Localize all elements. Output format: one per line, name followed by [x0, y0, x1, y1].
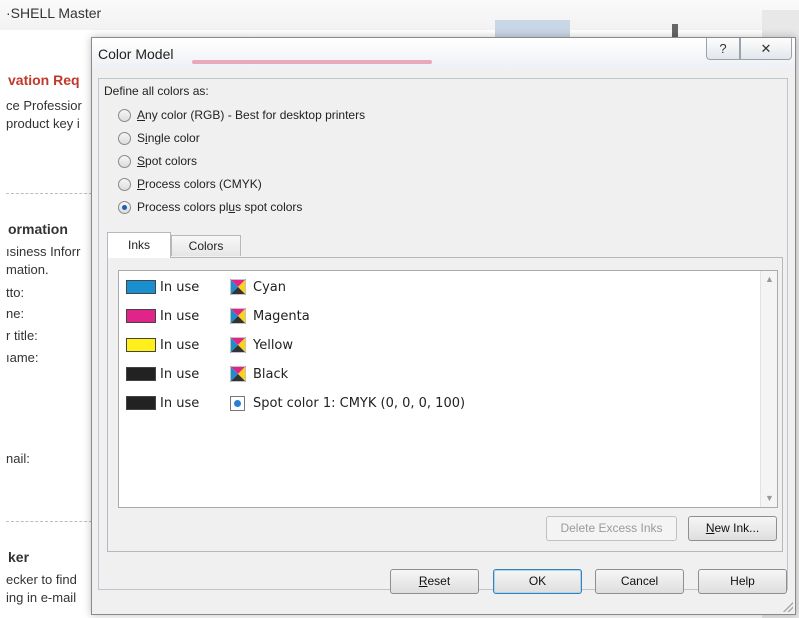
information-heading: ormation: [8, 221, 68, 237]
option-single-color[interactable]: Single color: [118, 129, 200, 147]
field-label-title: r title:: [6, 328, 38, 343]
radio-button[interactable]: [118, 108, 131, 122]
option-process-plus-spot[interactable]: Process colors plus spot colors: [118, 198, 302, 216]
background-window-title: ·SHELL Master: [0, 0, 799, 30]
ink-row-spot-color-1[interactable]: In use Spot color 1: CMYK (0, 0, 0, 100): [126, 393, 465, 413]
cmyk-icon: [230, 337, 246, 353]
ink-status: In use: [160, 279, 200, 295]
option-label: Spot colors: [137, 154, 198, 168]
activation-heading: vation Req: [8, 72, 80, 88]
define-colors-label: Define all colors as:: [104, 84, 209, 98]
help-icon[interactable]: ?: [706, 38, 740, 60]
radio-button[interactable]: [118, 131, 131, 145]
option-label: Process colors (CMYK): [137, 177, 262, 191]
ink-name: Cyan: [253, 279, 286, 295]
option-spot-colors[interactable]: Spot colors: [118, 152, 197, 170]
divider: [6, 193, 92, 194]
tab-colors[interactable]: Colors: [171, 235, 241, 256]
close-icon[interactable]: ✕: [740, 38, 792, 60]
ok-button[interactable]: OK: [493, 569, 582, 594]
ink-name: Magenta: [253, 308, 310, 324]
ink-swatch: [126, 338, 156, 352]
ink-row-magenta[interactable]: In use Magenta: [126, 306, 310, 326]
ink-swatch: [126, 396, 156, 410]
ink-list[interactable]: In use Cyan In use Magenta In use Yellow…: [118, 270, 778, 508]
reset-button[interactable]: Reset: [390, 569, 479, 594]
ink-name: Black: [253, 366, 289, 382]
option-any-color-rgb[interactable]: Any color (RGB) - Best for desktop print…: [118, 106, 365, 124]
field-label-name: ne:: [6, 306, 25, 321]
ink-list-scrollbar[interactable]: ▲ ▼: [760, 271, 777, 507]
ink-row-black[interactable]: In use Black: [126, 364, 288, 384]
ink-swatch: [126, 280, 156, 294]
help-button[interactable]: Help: [698, 569, 787, 594]
resize-grip-icon[interactable]: [783, 602, 793, 612]
new-ink-button[interactable]: New Ink...: [688, 516, 777, 541]
radio-button[interactable]: [118, 154, 131, 168]
ink-name: Spot color 1: CMYK (0, 0, 0, 100): [253, 395, 466, 411]
option-label: Any color (RGB) - Best for desktop print…: [137, 108, 366, 122]
tab-inks[interactable]: Inks: [107, 232, 171, 258]
scroll-down-arrow-icon[interactable]: ▼: [761, 490, 778, 507]
option-process-colors-cmyk[interactable]: Process colors (CMYK): [118, 175, 262, 193]
title-highlight: [192, 60, 432, 64]
option-label: Single color: [137, 131, 200, 145]
cmyk-icon: [230, 279, 246, 295]
ink-swatch: [126, 367, 156, 381]
checker-heading: ker: [8, 549, 30, 565]
dialog-titlebar[interactable]: Color Model ? ✕: [92, 38, 795, 68]
ink-status: In use: [160, 308, 200, 324]
activation-line-1: ce Professior: [6, 98, 82, 113]
ink-status: In use: [160, 395, 200, 411]
option-label: Process colors plus spot colors: [137, 200, 303, 214]
divider: [6, 521, 92, 522]
inks-tab-panel: In use Cyan In use Magenta In use Yellow…: [107, 257, 783, 552]
ink-swatch: [126, 309, 156, 323]
field-line-1: ısiness Inforr: [6, 244, 81, 259]
background-left-panel: vation Req ce Professior product key i o…: [0, 30, 92, 618]
cmyk-icon: [230, 308, 246, 324]
field-label-email: nail:: [6, 451, 30, 466]
background-title-text: ·SHELL Master: [6, 5, 102, 21]
color-model-dialog: Color Model ? ✕ Define all colors as: An…: [91, 37, 796, 615]
dialog-title: Color Model: [98, 46, 174, 62]
activation-line-2: product key i: [6, 116, 80, 131]
checker-line-2: ing in e-mail: [6, 590, 77, 605]
ink-status: In use: [160, 337, 200, 353]
ink-row-yellow[interactable]: In use Yellow: [126, 335, 293, 355]
cmyk-icon: [230, 366, 246, 382]
field-label-company: ıame:: [6, 350, 39, 365]
cancel-button[interactable]: Cancel: [595, 569, 684, 594]
radio-button[interactable]: [118, 177, 131, 191]
ink-row-cyan[interactable]: In use Cyan: [126, 277, 286, 297]
scroll-up-arrow-icon[interactable]: ▲: [761, 271, 778, 288]
ink-name: Yellow: [253, 337, 294, 353]
delete-excess-inks-button[interactable]: Delete Excess Inks: [546, 516, 677, 541]
field-label-to: tto:: [6, 285, 25, 300]
field-line-2: mation.: [6, 262, 49, 277]
checker-line-1: ecker to find: [6, 572, 77, 587]
spot-color-icon: [230, 395, 245, 411]
radio-button-selected[interactable]: [118, 200, 131, 214]
ink-status: In use: [160, 366, 200, 382]
